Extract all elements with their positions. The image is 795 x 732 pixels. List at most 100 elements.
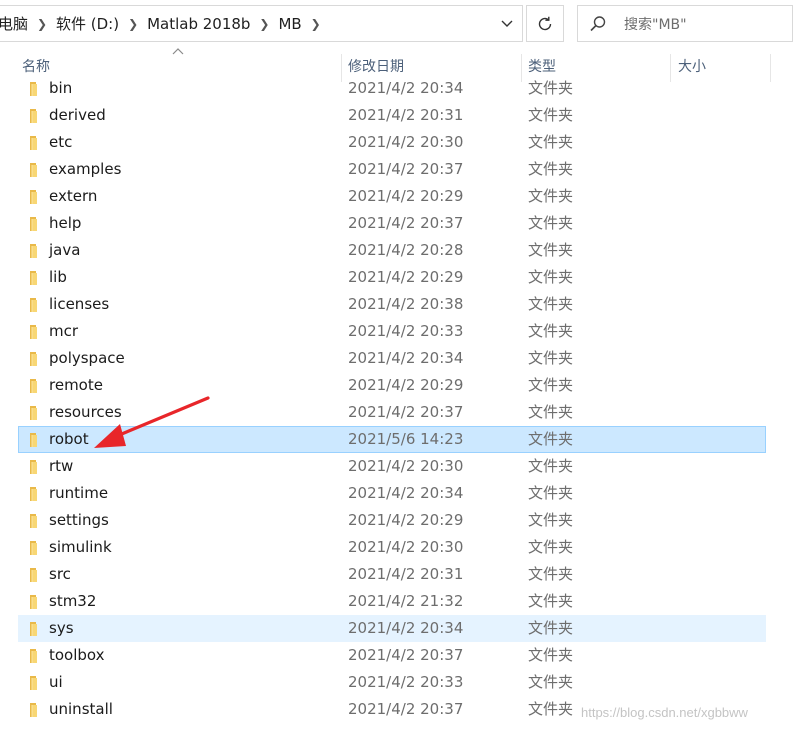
file-type: 文件夹 — [528, 673, 574, 691]
column-divider[interactable] — [770, 54, 771, 82]
folder-icon — [30, 649, 37, 663]
file-row-sys[interactable]: sys 2021/4/2 20:34 文件夹 — [18, 615, 766, 642]
folder-icon — [30, 190, 37, 204]
chevron-right-icon[interactable]: ❯ — [256, 17, 272, 31]
chevron-down-icon — [501, 20, 513, 27]
file-type: 文件夹 — [528, 160, 574, 178]
file-name: simulink — [49, 538, 112, 556]
file-type: 文件夹 — [528, 484, 574, 502]
breadcrumb-matlab[interactable]: Matlab 2018b — [147, 15, 256, 33]
file-row-help[interactable]: help 2021/4/2 20:37 文件夹 — [18, 210, 766, 237]
file-row-java[interactable]: java 2021/4/2 20:28 文件夹 — [18, 237, 766, 264]
search-box[interactable]: 搜索"MB" — [577, 5, 793, 42]
file-name: extern — [49, 187, 98, 205]
file-date-modified: 2021/4/2 20:30 — [348, 133, 464, 151]
file-date-modified: 2021/5/6 14:23 — [348, 430, 464, 448]
file-row-lib[interactable]: lib 2021/4/2 20:29 文件夹 — [18, 264, 766, 291]
watermark: https://blog.csdn.net/xgbbww — [581, 705, 748, 720]
file-type: 文件夹 — [528, 457, 574, 475]
file-date-modified: 2021/4/2 20:34 — [348, 619, 464, 637]
folder-icon — [30, 622, 37, 636]
file-date-modified: 2021/4/2 20:29 — [348, 187, 464, 205]
folder-icon — [30, 595, 37, 609]
file-name: mcr — [49, 322, 79, 340]
file-name: src — [49, 565, 71, 583]
folder-icon — [30, 568, 37, 582]
file-date-modified: 2021/4/2 20:33 — [348, 322, 464, 340]
file-row-extern[interactable]: extern 2021/4/2 20:29 文件夹 — [18, 183, 766, 210]
address-dropdown-button[interactable] — [492, 6, 522, 41]
file-type: 文件夹 — [528, 403, 574, 421]
file-name: java — [49, 241, 81, 259]
search-icon — [590, 15, 606, 31]
breadcrumb-drive-d[interactable]: 软件 (D:) — [56, 13, 125, 34]
file-row-simulink[interactable]: simulink 2021/4/2 20:30 文件夹 — [18, 534, 766, 561]
file-type: 文件夹 — [528, 106, 574, 124]
breadcrumb-mb[interactable]: MB — [278, 15, 307, 33]
file-row-stm32[interactable]: stm32 2021/4/2 21:32 文件夹 — [18, 588, 766, 615]
file-date-modified: 2021/4/2 20:38 — [348, 295, 464, 313]
folder-icon — [30, 406, 37, 420]
file-row-settings[interactable]: settings 2021/4/2 20:29 文件夹 — [18, 507, 766, 534]
folder-icon — [30, 244, 37, 258]
breadcrumb-this-pc[interactable]: 电脑 — [0, 13, 34, 34]
file-type: 文件夹 — [528, 241, 574, 259]
file-type: 文件夹 — [528, 214, 574, 232]
file-type: 文件夹 — [528, 646, 574, 664]
file-row-polyspace[interactable]: polyspace 2021/4/2 20:34 文件夹 — [18, 345, 766, 372]
file-name: help — [49, 214, 82, 232]
file-type: 文件夹 — [528, 79, 574, 97]
file-row-etc[interactable]: etc 2021/4/2 20:30 文件夹 — [18, 129, 766, 156]
file-name: etc — [49, 133, 73, 151]
file-row-toolbox[interactable]: toolbox 2021/4/2 20:37 文件夹 — [18, 642, 766, 669]
refresh-button[interactable] — [526, 5, 564, 42]
file-row-licenses[interactable]: licenses 2021/4/2 20:38 文件夹 — [18, 291, 766, 318]
file-type: 文件夹 — [528, 187, 574, 205]
file-row-derived[interactable]: derived 2021/4/2 20:31 文件夹 — [18, 102, 766, 129]
file-date-modified: 2021/4/2 20:30 — [348, 538, 464, 556]
file-name: bin — [49, 79, 73, 97]
address-bar[interactable]: 电脑 ❯ 软件 (D:) ❯ Matlab 2018b ❯ MB ❯ — [0, 5, 523, 42]
file-date-modified: 2021/4/2 20:37 — [348, 403, 464, 421]
folder-icon — [30, 298, 37, 312]
search-input[interactable]: 搜索"MB" — [624, 14, 687, 34]
folder-icon — [30, 541, 37, 555]
refresh-icon — [538, 16, 552, 30]
file-name: settings — [49, 511, 109, 529]
file-name: examples — [49, 160, 122, 178]
file-date-modified: 2021/4/2 20:31 — [348, 565, 464, 583]
chevron-right-icon[interactable]: ❯ — [125, 17, 141, 31]
folder-icon — [30, 487, 37, 501]
file-row-runtime[interactable]: runtime 2021/4/2 20:34 文件夹 — [18, 480, 766, 507]
chevron-right-icon[interactable]: ❯ — [34, 17, 50, 31]
file-type: 文件夹 — [528, 619, 574, 637]
file-date-modified: 2021/4/2 20:33 — [348, 673, 464, 691]
file-row-rtw[interactable]: rtw 2021/4/2 20:30 文件夹 — [18, 453, 766, 480]
file-type: 文件夹 — [528, 565, 574, 583]
file-name: stm32 — [49, 592, 97, 610]
file-name: derived — [49, 106, 106, 124]
file-row-src[interactable]: src 2021/4/2 20:31 文件夹 — [18, 561, 766, 588]
folder-icon — [30, 82, 37, 96]
folder-icon — [30, 514, 37, 528]
file-date-modified: 2021/4/2 20:29 — [348, 376, 464, 394]
file-date-modified: 2021/4/2 20:34 — [348, 79, 464, 97]
chevron-right-icon[interactable]: ❯ — [308, 17, 324, 31]
folder-icon — [30, 109, 37, 123]
file-row-bin[interactable]: bin 2021/4/2 20:34 文件夹 — [18, 75, 766, 102]
file-date-modified: 2021/4/2 20:37 — [348, 214, 464, 232]
file-row-mcr[interactable]: mcr 2021/4/2 20:33 文件夹 — [18, 318, 766, 345]
file-type: 文件夹 — [528, 268, 574, 286]
folder-icon — [30, 325, 37, 339]
file-type: 文件夹 — [528, 511, 574, 529]
file-name: toolbox — [49, 646, 105, 664]
file-name: rtw — [49, 457, 74, 475]
file-name: robot — [49, 430, 89, 448]
file-date-modified: 2021/4/2 20:34 — [348, 349, 464, 367]
file-type: 文件夹 — [528, 538, 574, 556]
file-row-ui[interactable]: ui 2021/4/2 20:33 文件夹 — [18, 669, 766, 696]
folder-icon — [30, 676, 37, 690]
file-row-examples[interactable]: examples 2021/4/2 20:37 文件夹 — [18, 156, 766, 183]
folder-icon — [30, 217, 37, 231]
file-name: licenses — [49, 295, 110, 313]
